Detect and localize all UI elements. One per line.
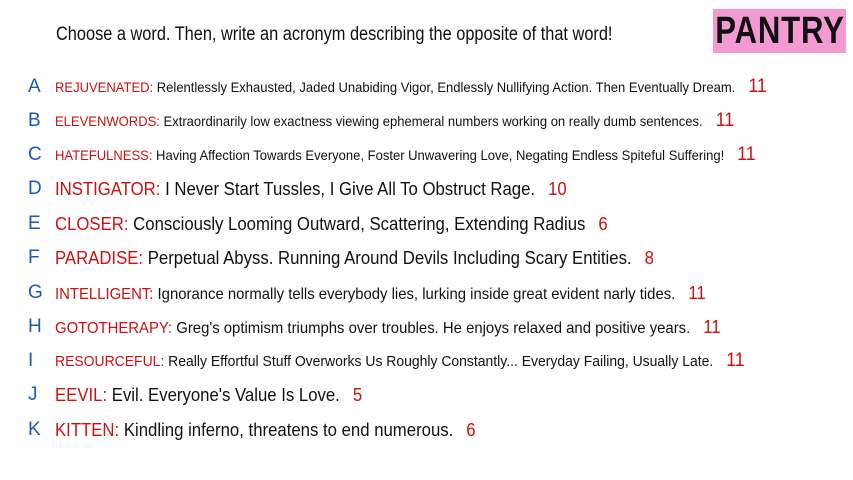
answer-content: RESOURCEFUL: Really Effortful Stuff Over…: [55, 350, 745, 371]
answer-word: HATEFULNESS: [55, 147, 149, 163]
answer-letter: I: [28, 350, 34, 371]
answer-letter: D: [28, 178, 42, 199]
answer-score: 10: [548, 178, 567, 199]
answer-word: RESOURCEFUL: [55, 353, 161, 370]
answer-definition: Evil. Everyone's Value Is Love.: [111, 384, 340, 405]
answer-content: GOTOTHERAPY: Greg's optimism triumphs ov…: [55, 316, 721, 337]
answer-word: INSTIGATOR: [55, 178, 156, 199]
answer-score: 11: [748, 76, 767, 97]
answer-score: 8: [644, 247, 654, 268]
answer-definition: Ignorance normally tells everybody lies,…: [157, 285, 676, 303]
answer-content: REJUVENATED: Relentlessly Exhausted, Jad…: [55, 76, 767, 97]
answer-definition: Greg's optimism triumphs over troubles. …: [176, 319, 691, 337]
answer-score: 11: [688, 282, 706, 303]
answer-definition: Kindling inferno, threatens to end numer…: [123, 419, 454, 440]
answer-word: ELEVENWORDS: [55, 113, 157, 129]
answer-score: 11: [737, 144, 756, 165]
answer-definition: Extraordinarily low exactness viewing ep…: [163, 113, 703, 129]
answer-letter: B: [28, 110, 41, 131]
answer-score: 6: [598, 213, 608, 234]
answer-content: INSTIGATOR: I Never Start Tussles, I Giv…: [55, 178, 567, 199]
answer-definition: Perpetual Abyss. Running Around Devils I…: [147, 247, 632, 268]
answer-score: 11: [726, 350, 745, 371]
answer-score: 11: [715, 110, 735, 131]
answer-word: EEVIL: [55, 384, 103, 405]
answer-letter: H: [28, 316, 42, 337]
answer-content: INTELLIGENT: Ignorance normally tells ev…: [55, 282, 706, 303]
answer-word: GOTOTHERAPY: [55, 319, 169, 337]
answer-score: 5: [352, 384, 363, 405]
answer-word: INTELLIGENT: [55, 285, 150, 303]
answer-word: REJUVENATED: [55, 79, 150, 95]
answer-definition: Consciously Looming Outward, Scattering,…: [133, 213, 586, 234]
answer-word: KITTEN: [55, 419, 115, 440]
answer-score: 11: [703, 316, 721, 337]
logo-text: PANTRY: [714, 9, 845, 52]
answer-letter: C: [28, 144, 42, 165]
answer-word: PARADISE: [55, 247, 139, 268]
answer-content: CLOSER: Consciously Looming Outward, Sca…: [55, 213, 608, 234]
answer-letter: K: [28, 419, 41, 440]
answer-content: ELEVENWORDS: Extraordinarily low exactne…: [55, 110, 735, 131]
answer-content: KITTEN: Kindling inferno, threatens to e…: [55, 419, 476, 440]
logo: PANTRY: [713, 9, 846, 53]
answer-content: PARADISE: Perpetual Abyss. Running Aroun…: [55, 247, 654, 268]
answer-letter: E: [28, 213, 41, 234]
answer-definition: Relentlessly Exhausted, Jaded Unabiding …: [156, 79, 736, 95]
answer-letter: F: [28, 247, 40, 268]
answer-definition: Really Effortful Stuff Overworks Us Roug…: [168, 353, 714, 370]
answer-content: EEVIL: Evil. Everyone's Value Is Love. 5: [55, 384, 363, 405]
answer-definition: Having Affection Towards Everyone, Foste…: [156, 147, 725, 163]
prompt-text: Choose a word. Then, write an acronym de…: [56, 24, 613, 45]
answer-letter: A: [28, 76, 41, 97]
answer-letter: G: [28, 282, 43, 303]
answer-content: HATEFULNESS: Having Affection Towards Ev…: [55, 144, 756, 165]
answer-definition: I Never Start Tussles, I Give All To Obs…: [165, 178, 536, 199]
answer-word: CLOSER: [55, 213, 124, 234]
answer-score: 6: [466, 419, 476, 440]
answer-letter: J: [28, 384, 38, 405]
